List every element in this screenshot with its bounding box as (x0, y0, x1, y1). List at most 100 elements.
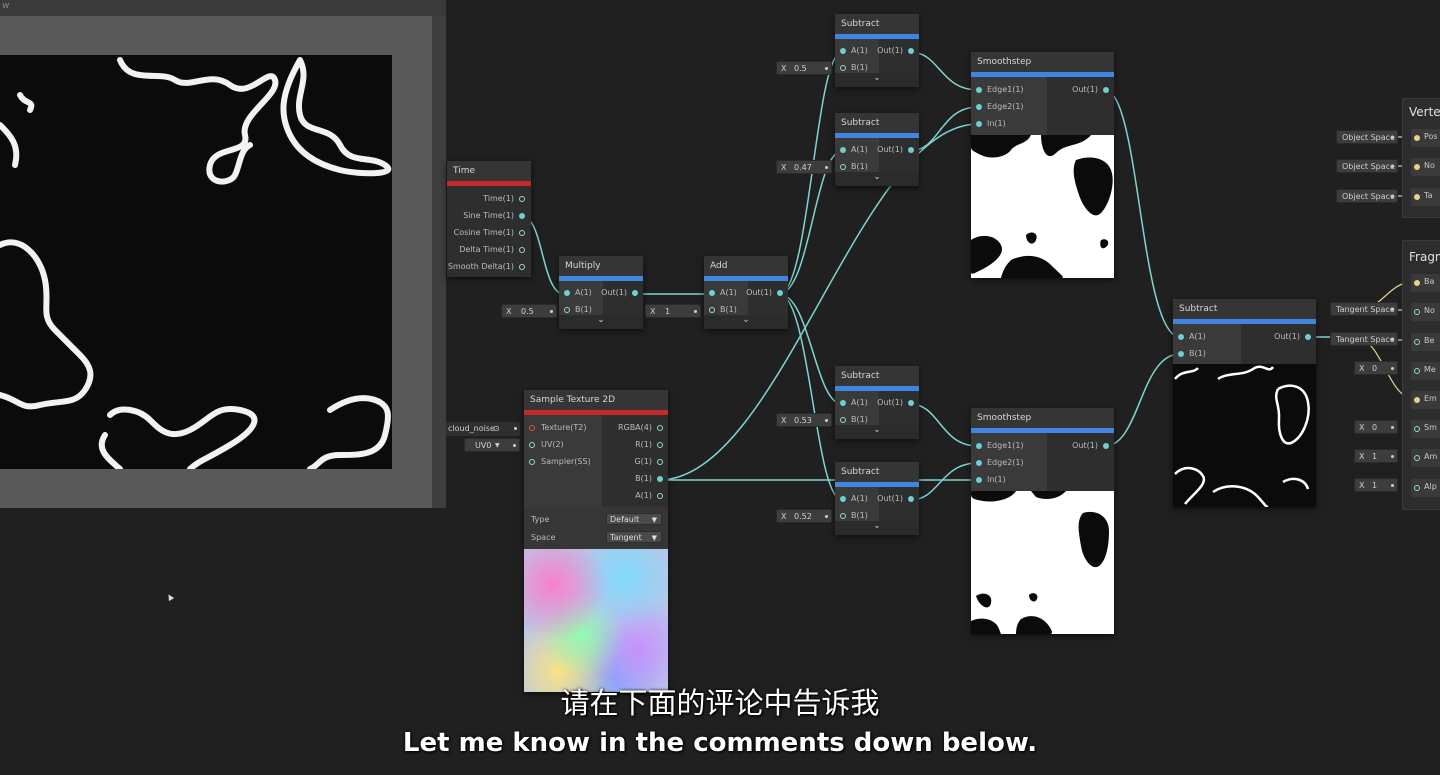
subtract-out-port[interactable] (908, 147, 914, 153)
subtract-out-port[interactable] (908, 400, 914, 406)
subtract-b-port[interactable] (840, 164, 846, 170)
subtract-a-port[interactable] (840, 400, 846, 406)
vertex-master-stack[interactable]: Verte Pos No Ta (1402, 98, 1440, 218)
add-b-field[interactable]: X 1 (645, 304, 701, 318)
subtract-node-1[interactable]: Subtract A(1) B(1) Out(1) ⌄ (835, 14, 919, 87)
time-output-port[interactable] (519, 196, 525, 202)
fragment-normal-block[interactable]: No (1411, 303, 1440, 321)
subtract-3-b-field[interactable]: X 0.53 (776, 413, 832, 427)
fragment-alpha-block[interactable]: Alp (1411, 479, 1440, 497)
chevron-down-icon[interactable]: ⌄ (873, 172, 881, 182)
in-port[interactable] (976, 477, 982, 483)
subtract-b-port[interactable] (840, 513, 846, 519)
chevron-down-icon[interactable]: ⌄ (742, 315, 750, 325)
chevron-down-icon[interactable]: ⌄ (873, 73, 881, 83)
subtract-b-port[interactable] (840, 417, 846, 423)
b-output-port[interactable] (657, 476, 663, 482)
texture-input-port[interactable] (529, 425, 535, 431)
multiply-a-port[interactable] (564, 290, 570, 296)
fragment-smoothness-block[interactable]: Sm (1411, 420, 1440, 438)
vertex-tangent-block[interactable]: Ta (1411, 188, 1440, 206)
main-preview-window[interactable]: w (0, 0, 446, 508)
fragment-emission-block[interactable]: Em (1411, 391, 1440, 409)
r-output-port[interactable] (657, 442, 663, 448)
fragment-basecolor-block[interactable]: Ba (1411, 274, 1440, 292)
subtract-4-b-field[interactable]: X 0.52 (776, 509, 832, 523)
smoothstep-out-port[interactable] (1103, 87, 1109, 93)
fragment-master-stack[interactable]: Fragm Ba No Be Me Em Sm Am Alp (1402, 240, 1440, 510)
type-dropdown[interactable]: Default ▼ (606, 513, 662, 525)
fragment-ao-block[interactable]: Am (1411, 449, 1440, 467)
type-label: Type (531, 515, 550, 524)
subtract-node-4[interactable]: Subtract A(1) B(1) Out(1) ⌄ (835, 462, 919, 535)
smoothstep-out-port[interactable] (1103, 443, 1109, 449)
fragment-ao-field[interactable]: X1 (1354, 449, 1398, 463)
edge1-port[interactable] (976, 443, 982, 449)
subtract-1-b-field[interactable]: X 0.5 (776, 61, 832, 75)
fragment-bentnormal-space[interactable]: Tangent Space (1330, 332, 1398, 346)
chevron-down-icon[interactable]: ⌄ (873, 425, 881, 435)
chevron-down-icon[interactable]: ⌄ (597, 315, 605, 325)
subtract-a-port[interactable] (840, 48, 846, 54)
fragment-metallic-field[interactable]: X0 (1354, 361, 1398, 375)
fragment-normal-space[interactable]: Tangent Space (1330, 302, 1398, 316)
subtract-node-3[interactable]: Subtract A(1) B(1) Out(1) ⌄ (835, 366, 919, 439)
smoothstep-node-2[interactable]: Smoothstep Edge1(1) Edge2(1) In(1) Out(1… (971, 408, 1114, 634)
a-output-port[interactable] (657, 493, 663, 499)
uv-field[interactable]: UV0 ▼ (464, 438, 520, 452)
mouse-cursor-icon (165, 592, 175, 602)
subtract-b-port[interactable] (840, 65, 846, 71)
preview-scrollbar[interactable] (432, 16, 446, 508)
vertex-position-block[interactable]: Pos (1411, 129, 1440, 147)
subtract-out-port[interactable] (908, 48, 914, 54)
smooth-delta-output-port[interactable] (519, 264, 525, 270)
final-subtract-a-port[interactable] (1178, 334, 1184, 340)
multiply-b-field[interactable]: X 0.5 (501, 304, 557, 318)
edge1-port[interactable] (976, 87, 982, 93)
subtract-out-port[interactable] (908, 496, 914, 502)
add-b-port[interactable] (709, 307, 715, 313)
target-icon: ⊙ (493, 424, 500, 433)
smoothstep-node-1[interactable]: Smoothstep Edge1(1) Edge2(1) In(1) Out(1… (971, 52, 1114, 278)
fragment-metallic-block[interactable]: Me (1411, 362, 1440, 380)
final-subtract-node[interactable]: Subtract A(1) B(1) Out(1) (1173, 299, 1316, 507)
final-subtract-b-port[interactable] (1178, 351, 1184, 357)
final-subtract-b-label: B(1) (1189, 349, 1206, 358)
subtract-node-2[interactable]: Subtract A(1) B(1) Out(1) ⌄ (835, 113, 919, 186)
subtract-a-port[interactable] (840, 147, 846, 153)
multiply-node[interactable]: Multiply A(1) B(1) Out(1) ⌄ (559, 256, 643, 329)
edge2-port[interactable] (976, 460, 982, 466)
fragment-smoothness-field[interactable]: X0 (1354, 420, 1398, 434)
fragment-alpha-field[interactable]: X1 (1354, 478, 1398, 492)
delta-time-output-port[interactable] (519, 247, 525, 253)
chevron-down-icon[interactable]: ⌄ (873, 521, 881, 531)
add-out-port[interactable] (777, 290, 783, 296)
shader-graph-canvas[interactable]: w Time Time(1) Sine Time(1) Cosine Time(… (0, 0, 1440, 775)
time-node[interactable]: Time Time(1) Sine Time(1) Cosine Time(1)… (447, 161, 531, 277)
g-output-port[interactable] (657, 459, 663, 465)
add-out-label: Out(1) (746, 288, 772, 297)
final-subtract-out-port[interactable] (1305, 334, 1311, 340)
in-port[interactable] (976, 121, 982, 127)
fragment-bentnormal-block[interactable]: Be (1411, 333, 1440, 351)
rgba-output-port[interactable] (657, 425, 663, 431)
multiply-out-port[interactable] (632, 290, 638, 296)
texture-field[interactable]: cloud_noise ⊙ (446, 422, 520, 436)
multiply-b-port[interactable] (564, 307, 570, 313)
add-a-port[interactable] (709, 290, 715, 296)
sampler-input-port[interactable] (529, 459, 535, 465)
space-dropdown[interactable]: Tangent ▼ (606, 531, 662, 543)
edge2-port[interactable] (976, 104, 982, 110)
uv-input-port[interactable] (529, 442, 535, 448)
add-node[interactable]: Add A(1) B(1) Out(1) ⌄ (704, 256, 788, 329)
vertex-tangent-space[interactable]: Object Space (1336, 189, 1398, 203)
subtract-a-port[interactable] (840, 496, 846, 502)
sine-time-output-port[interactable] (519, 213, 525, 219)
vertex-normal-space[interactable]: Object Space (1336, 159, 1398, 173)
sample-texture-2d-node[interactable]: Sample Texture 2D Texture(T2) UV(2) Samp… (524, 390, 668, 692)
vertex-position-space[interactable]: Object Space (1336, 130, 1398, 144)
subtitle-english: Let me know in the comments down below. (402, 728, 1038, 758)
vertex-normal-block[interactable]: No (1411, 158, 1440, 176)
cosine-time-output-port[interactable] (519, 230, 525, 236)
subtract-2-b-field[interactable]: X 0.47 (776, 160, 832, 174)
